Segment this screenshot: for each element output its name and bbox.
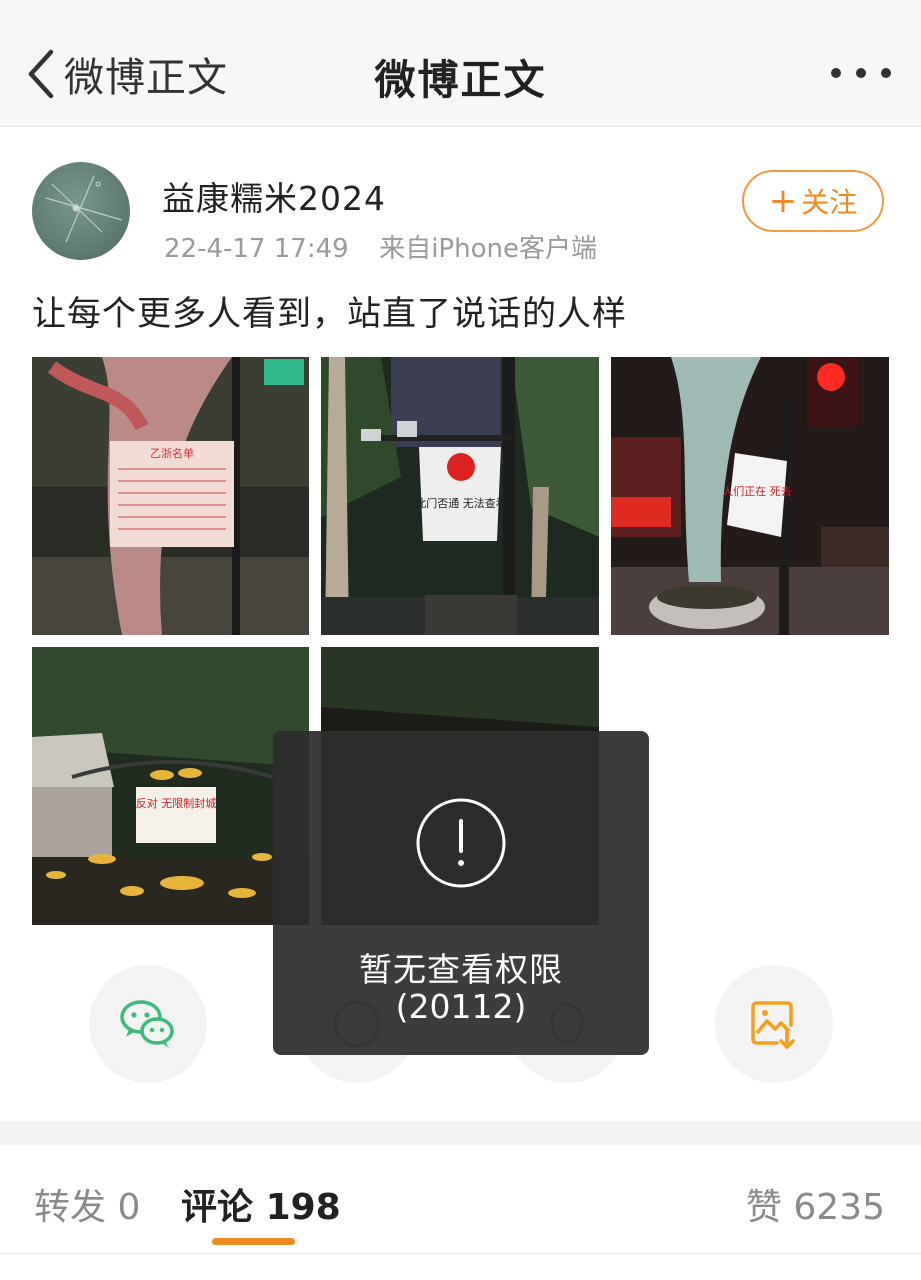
save-image-button[interactable] xyxy=(715,965,833,1083)
bottom-divider xyxy=(0,1253,921,1254)
toast-message: 暂无查看权限 xyxy=(359,950,563,989)
author-name[interactable]: 益康糯米2024 xyxy=(162,172,386,220)
tab-repost[interactable]: 转发 0 xyxy=(34,1178,140,1230)
tab-like[interactable]: 赞 6235 xyxy=(746,1178,885,1230)
photo-image: 人们正在 死去 xyxy=(611,357,889,635)
sign-text: 此门否通 无法查看 xyxy=(415,496,507,510)
section-divider xyxy=(0,1121,921,1145)
avatar-image xyxy=(45,175,123,243)
more-dot-icon xyxy=(856,68,866,78)
wechat-icon xyxy=(120,1000,174,1048)
sign-text: 反对 无限制封城 xyxy=(136,796,217,810)
post-photo-3[interactable]: 人们正在 死去 xyxy=(611,357,889,635)
post-timestamp: 22-4-17 17:49 xyxy=(164,234,349,264)
post-text: 让每个更多人看到，站直了说话的人样 xyxy=(32,294,627,334)
photo-image: 反对 无限制封城 xyxy=(32,647,309,925)
more-options-button[interactable] xyxy=(831,64,891,82)
post-photo-4[interactable]: 反对 无限制封城 xyxy=(32,647,309,925)
tab-repost-label: 转发 xyxy=(34,1187,107,1228)
post-meta: 22-4-17 17:49 来自iPhone客户端 xyxy=(164,228,597,265)
permission-toast: 暂无查看权限 (20112) xyxy=(273,731,649,1055)
tab-comment[interactable]: 评论 198 xyxy=(181,1178,341,1230)
photo-image: 此门否通 无法查看 xyxy=(321,357,599,635)
more-dot-icon xyxy=(881,68,891,78)
follow-label: 关注 xyxy=(801,186,858,219)
toast-code: (20112) xyxy=(395,987,527,1026)
active-tab-indicator xyxy=(212,1238,295,1245)
photo-image: 乙浙名单 xyxy=(32,357,309,635)
tab-like-label: 赞 xyxy=(745,1187,782,1228)
sign-text: 人们正在 死去 xyxy=(722,484,792,498)
exclamation-icon xyxy=(416,798,506,888)
post-photo-1[interactable]: 乙浙名单 xyxy=(32,357,309,635)
tab-like-count: 6235 xyxy=(793,1187,885,1228)
plus-icon: + xyxy=(768,181,798,221)
page-title: 微博正文 xyxy=(374,56,547,104)
tab-comment-label: 评论 xyxy=(181,1187,254,1228)
share-wechat-button[interactable] xyxy=(89,965,207,1083)
follow-button[interactable]: + 关注 xyxy=(742,170,884,232)
post-source: 来自iPhone客户端 xyxy=(379,234,597,264)
top-nav-bar: 微博正文 微博正文 xyxy=(0,0,921,127)
sign-text: 乙浙名单 xyxy=(150,446,194,460)
save-image-icon xyxy=(751,1001,795,1049)
more-dot-icon xyxy=(831,68,841,78)
avatar[interactable] xyxy=(32,162,130,260)
post-photo-2[interactable]: 此门否通 无法查看 xyxy=(321,357,599,635)
tab-comment-count: 198 xyxy=(265,1187,341,1228)
tab-repost-count: 0 xyxy=(117,1187,141,1228)
